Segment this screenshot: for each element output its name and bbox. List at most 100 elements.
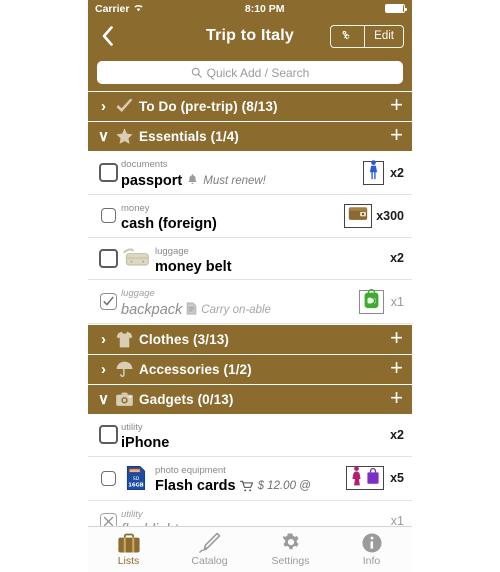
wifi-icon [133,3,144,15]
checkbox-cell[interactable] [95,248,121,268]
item-icon-group[interactable] [346,465,384,491]
section-header-accessories[interactable]: › Accessories (1/2) + [88,354,412,385]
list-item[interactable]: luggage money belt x2 [88,237,412,280]
item-category: documents [121,159,168,170]
list-item[interactable]: documents passport Must renew! x2 [88,151,412,196]
sd-card-photo: SD16GB [126,466,146,491]
tab-info[interactable]: Info [331,527,412,572]
checkbox-cell[interactable] [95,512,121,526]
add-item-button[interactable]: + [390,387,403,412]
suitcase-icon [117,532,141,554]
bell-icon [186,172,199,191]
item-tail: x2 [385,428,404,442]
section-header-clothes[interactable]: › Clothes (3/13) + [88,324,412,355]
section-title: Accessories (1/2) [139,362,252,378]
camera-icon [112,390,137,409]
item-category: money [121,203,150,215]
segmented-control: Edit [330,24,404,48]
item-icon-group[interactable] [359,289,384,314]
chevron-right-icon[interactable]: › [95,332,112,347]
section-header-essentials[interactable]: ∨ Essentials (1/4) + [88,121,412,151]
edit-button[interactable]: Edit [364,25,403,47]
checkbox-cell[interactable] [95,425,121,445]
list-item[interactable]: luggage backpack Carry on-able x1 [88,279,412,325]
cart-icon [239,480,253,491]
info-icon [361,532,383,554]
chevron-right-icon[interactable]: › [95,362,112,377]
navigation-bar: Trip to Italy Edit [88,17,412,55]
add-item-button[interactable]: + [390,357,403,382]
item-checkbox[interactable] [98,163,118,183]
chevron-right-icon[interactable]: › [95,99,112,114]
list-item[interactable]: money cash (foreign) x300 [88,195,412,238]
chevron-down-icon[interactable]: ∨ [95,129,112,144]
item-quantity: x300 [376,208,404,223]
item-checkbox[interactable] [98,425,118,445]
list-item[interactable]: utilityflashlight x1 [88,500,412,526]
item-name: Flash cards [155,478,236,495]
search-input[interactable]: Quick Add / Search [97,61,403,84]
tab-settings[interactable]: Settings [250,527,331,572]
pencil-icon [198,532,222,554]
chevron-down-icon[interactable]: ∨ [95,392,112,407]
search-placeholder: Quick Add / Search [206,65,310,80]
info-icon [361,533,382,553]
add-item-button[interactable]: + [390,327,403,352]
tab-catalog[interactable]: Catalog [169,527,250,572]
add-item-button[interactable]: + [390,124,403,149]
item-name-line: money belt [155,259,385,276]
checkbox-cell[interactable] [95,163,121,183]
item-tail: x5 [343,465,404,491]
item-checkbox[interactable] [99,293,117,311]
document-icon [186,301,197,320]
item-tail: x1 [385,514,404,526]
nav-actions: Edit [330,24,404,48]
list-item[interactable]: SD 16GB photo equipment Flash cards $ 12.00 … [88,456,412,501]
packing-list[interactable]: › To Do (pre-trip) (8/13) + ∨ Essentials (1/… [88,91,412,526]
section-title: Essentials (1/4) [139,129,239,144]
item-name-line: cash (foreign) [121,216,341,233]
chevron-left-icon [102,26,113,46]
woman-icon [350,465,363,491]
star-icon [112,127,137,146]
backpack-icon [363,289,380,314]
add-item-button[interactable]: + [390,94,403,119]
settings-button[interactable] [331,26,364,47]
item-quantity: x5 [390,471,404,486]
checkbox-cell[interactable] [95,470,121,486]
item-checkbox[interactable] [100,208,116,224]
item-quantity: x1 [390,514,404,526]
item-name-line: passport Must renew! [121,172,360,191]
item-icon-group[interactable] [363,160,384,185]
item-text: documents passport Must renew! [121,151,360,194]
item-name: cash (foreign) [121,216,217,233]
section-header-to-do[interactable]: › To Do (pre-trip) (8/13) + [88,91,412,121]
checkbox-cell[interactable] [95,293,121,311]
checkbox-cell[interactable] [95,208,121,224]
item-checkbox[interactable] [98,248,118,268]
item-quantity: x1 [390,294,404,309]
item-tail: x300 [341,203,404,228]
item-category: luggage [121,287,155,299]
back-button[interactable] [96,23,118,49]
wallet-icon [349,207,368,220]
item-icon-group[interactable] [344,203,373,228]
shopping-bag-icon [367,467,379,484]
umbrella-icon [116,361,133,378]
wallet-icon [348,206,368,226]
bell-icon [188,174,197,184]
item-checkbox[interactable] [100,470,116,486]
item-category: utility [121,508,143,520]
carrier-label: Carrier [95,2,130,15]
clock: 8:10 PM [244,2,285,15]
item-tail: x1 [356,289,404,314]
item-checkbox[interactable] [99,512,117,526]
item-category: photo equipment [155,464,226,476]
section-header-gadgets[interactable]: ∨ Gadgets (0/13) + [88,384,412,415]
item-quantity: x2 [390,251,404,266]
camera-icon [116,392,133,406]
item-category: utility [121,422,143,434]
money-belt-photo [122,248,149,266]
tab-lists[interactable]: Lists [88,527,169,572]
list-item[interactable]: utility iPhone x2 [88,414,412,457]
